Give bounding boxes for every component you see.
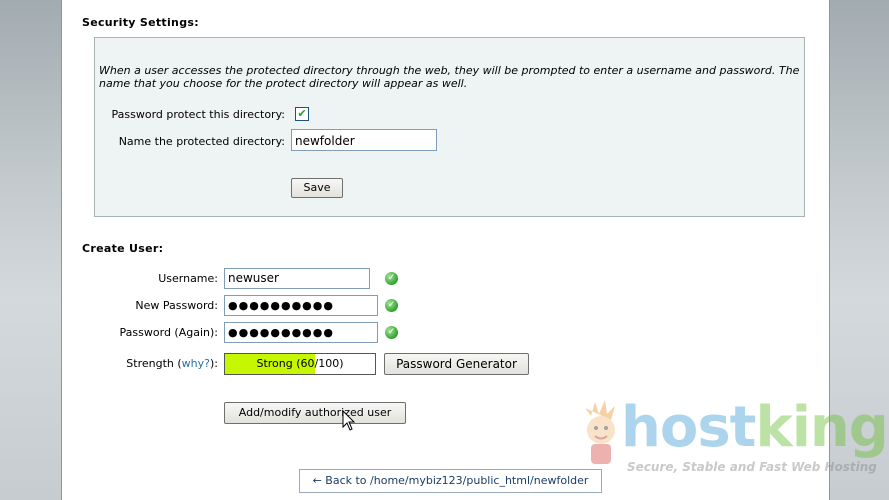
mouse-cursor-icon (342, 410, 356, 431)
mascot-icon (585, 400, 615, 464)
logo-host: host (621, 395, 756, 460)
save-button[interactable]: Save (291, 178, 343, 198)
security-description: When a user accesses the protected direc… (99, 64, 800, 90)
back-link[interactable]: ← Back to /home/mybiz123/public_html/new… (299, 469, 602, 493)
protect-label: Password protect this directory: (111, 108, 286, 121)
username-input[interactable]: newuser (224, 268, 370, 289)
new-password-input[interactable]: ●●●●●●●●●● (224, 295, 378, 316)
left-background (0, 0, 62, 500)
username-valid-icon: ✓ (385, 272, 398, 285)
password-generator-button[interactable]: Password Generator (384, 353, 529, 375)
security-settings-title: Security Settings: (82, 16, 199, 29)
protect-checkbox[interactable]: ✔ (295, 107, 309, 121)
strength-label: Strength (why?): (82, 357, 218, 370)
new-password-label: New Password: (135, 299, 218, 312)
strength-label-pre: Strength ( (126, 357, 182, 370)
directory-name-input[interactable]: newfolder (291, 129, 437, 151)
security-panel: When a user accesses the protected direc… (94, 37, 805, 217)
create-user-title: Create User: (82, 242, 164, 255)
screen: Security Settings: When a user accesses … (0, 0, 889, 500)
why-link[interactable]: why? (182, 357, 210, 370)
password-again-input[interactable]: ●●●●●●●●●● (224, 322, 378, 343)
strength-label-post: ): (210, 357, 218, 370)
content-page: Security Settings: When a user accesses … (62, 0, 889, 500)
right-background (829, 0, 889, 500)
new-password-valid-icon: ✓ (385, 299, 398, 312)
username-label: Username: (158, 272, 218, 285)
strength-meter-text: Strong (60/100) (256, 357, 344, 370)
add-modify-user-button[interactable]: Add/modify authorized user (224, 402, 406, 424)
password-again-valid-icon: ✓ (385, 326, 398, 339)
directory-name-label: Name the protected directory: (118, 135, 285, 148)
password-again-label: Password (Again): (119, 326, 218, 339)
strength-meter: Strong (60/100) (224, 353, 376, 375)
